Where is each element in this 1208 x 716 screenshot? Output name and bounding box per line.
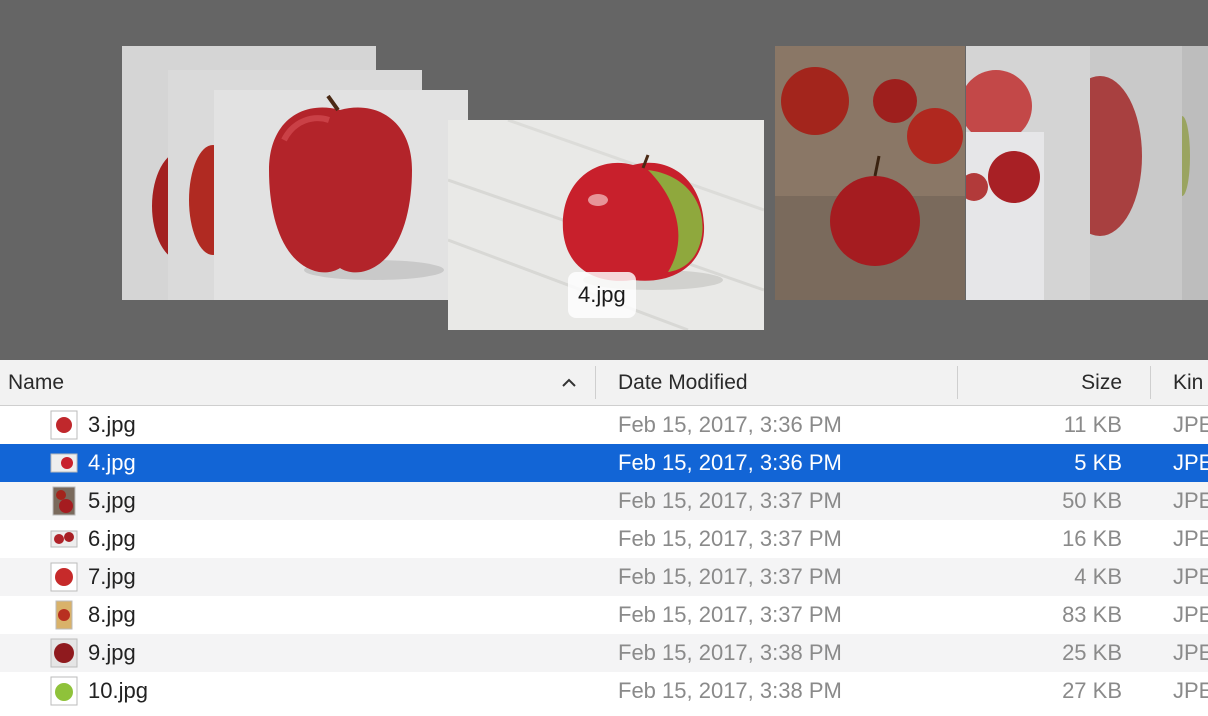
file-date-modified: Feb 15, 2017, 3:38 PM <box>618 678 842 703</box>
cover-flow-view[interactable]: 4.jpg <box>0 0 1208 360</box>
file-row-selected[interactable]: 4.jpg Feb 15, 2017, 3:36 PM 5 KB JPE <box>0 444 1208 482</box>
apple-thumbnail-icon <box>50 562 78 592</box>
apple-thumbnail-icon <box>50 600 78 630</box>
file-row[interactable]: 9.jpg Feb 15, 2017, 3:38 PM 25 KB JPE <box>0 634 1208 672</box>
column-header-date-modified[interactable]: Date Modified <box>618 360 748 405</box>
cover-flow-image-5[interactable] <box>775 46 965 300</box>
file-row[interactable]: 10.jpg Feb 15, 2017, 3:38 PM 27 KB JPE <box>0 672 1208 710</box>
column-header-bar: Name Date Modified Size Kin <box>0 360 1208 406</box>
file-date-modified: Feb 15, 2017, 3:37 PM <box>618 602 842 627</box>
apple-thumbnail-icon <box>50 638 78 668</box>
cover-flow-image-9[interactable] <box>1182 46 1208 300</box>
file-row[interactable]: 5.jpg Feb 15, 2017, 3:37 PM 50 KB JPE <box>0 482 1208 520</box>
file-kind: JPE <box>1173 412 1208 437</box>
file-kind: JPE <box>1173 564 1208 589</box>
file-size: 4 KB <box>1074 564 1122 589</box>
apple-thumbnail-icon <box>50 486 78 516</box>
apple-thumbnail-icon <box>50 410 78 440</box>
file-row[interactable]: 6.jpg Feb 15, 2017, 3:37 PM 16 KB JPE <box>0 520 1208 558</box>
green-apple-thumbnail-icon <box>50 676 78 706</box>
file-kind: JPE <box>1173 602 1208 627</box>
file-kind: JPE <box>1173 640 1208 665</box>
file-name: 4.jpg <box>88 450 136 475</box>
file-kind: JPE <box>1173 678 1208 703</box>
file-name: 10.jpg <box>88 678 148 703</box>
file-size: 25 KB <box>1062 640 1122 665</box>
column-header-name[interactable]: Name <box>8 360 64 405</box>
file-name: 6.jpg <box>88 526 136 551</box>
apple-thumbnail-icon <box>50 448 78 478</box>
cover-flow-image-7[interactable] <box>966 132 1044 300</box>
cover-flow-image-8[interactable] <box>1090 46 1182 300</box>
file-name: 7.jpg <box>88 564 136 589</box>
file-date-modified: Feb 15, 2017, 3:36 PM <box>618 412 842 437</box>
file-date-modified: Feb 15, 2017, 3:36 PM <box>618 450 842 475</box>
file-size: 5 KB <box>1074 450 1122 475</box>
column-divider[interactable] <box>957 366 958 399</box>
file-size: 11 KB <box>1063 412 1122 437</box>
file-size: 27 KB <box>1062 678 1122 703</box>
file-name: 9.jpg <box>88 640 136 665</box>
file-date-modified: Feb 15, 2017, 3:37 PM <box>618 526 842 551</box>
file-name: 5.jpg <box>88 488 136 513</box>
file-kind: JPE <box>1173 488 1208 513</box>
file-row[interactable]: 8.jpg Feb 15, 2017, 3:37 PM 83 KB JPE <box>0 596 1208 634</box>
file-kind: JPE <box>1173 526 1208 551</box>
apple-thumbnail-icon <box>50 524 78 554</box>
file-date-modified: Feb 15, 2017, 3:37 PM <box>618 488 842 513</box>
column-divider[interactable] <box>595 366 596 399</box>
column-header-size[interactable]: Size <box>1081 360 1122 405</box>
file-list: 3.jpg Feb 15, 2017, 3:36 PM 11 KB JPE 4.… <box>0 406 1208 710</box>
file-date-modified: Feb 15, 2017, 3:38 PM <box>618 640 842 665</box>
file-kind: JPE <box>1173 450 1208 475</box>
cover-flow-filename-label: 4.jpg <box>568 272 636 318</box>
cover-flow-image-3[interactable] <box>214 90 468 300</box>
file-size: 16 KB <box>1062 526 1122 551</box>
file-name: 8.jpg <box>88 602 136 627</box>
file-size: 83 KB <box>1062 602 1122 627</box>
file-name: 3.jpg <box>88 412 136 437</box>
file-row[interactable]: 3.jpg Feb 15, 2017, 3:36 PM 11 KB JPE <box>0 406 1208 444</box>
column-header-kind[interactable]: Kin <box>1173 360 1203 405</box>
file-size: 50 KB <box>1062 488 1122 513</box>
file-date-modified: Feb 15, 2017, 3:37 PM <box>618 564 842 589</box>
column-divider[interactable] <box>1150 366 1151 399</box>
file-row[interactable]: 7.jpg Feb 15, 2017, 3:37 PM 4 KB JPE <box>0 558 1208 596</box>
sort-ascending-chevron-icon[interactable] <box>560 360 584 405</box>
